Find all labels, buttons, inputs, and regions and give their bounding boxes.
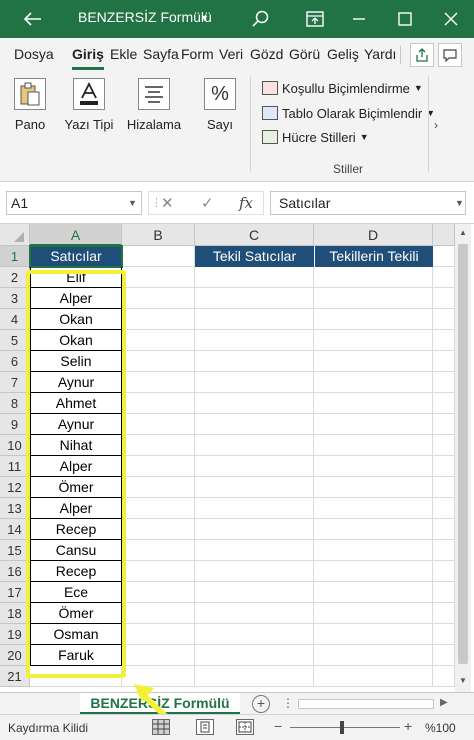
formula-bar: A1 ▼ ⋮ ✕ ✓ fx Satıcılar ▼ xyxy=(0,182,474,224)
zoom-out-icon[interactable]: − xyxy=(274,718,282,734)
title-bar: BENZERSİZ Formülü ▼ xyxy=(0,0,474,38)
sheet-tab-bar: BENZERSİZ Formülü + ⋮ ▶ xyxy=(0,692,474,715)
styles-group-label: Stiller xyxy=(333,162,364,176)
font-group[interactable]: Yazı Tipi xyxy=(64,78,114,133)
cell-c1-header[interactable]: Tekil Satıcılar xyxy=(195,246,314,267)
excel-window: BENZERSİZ Formülü ▼ Dosya Giriş Ekle Say… xyxy=(0,0,474,740)
share-icon[interactable] xyxy=(410,43,434,67)
name-box[interactable]: A1 xyxy=(6,191,142,215)
maximize-icon[interactable] xyxy=(394,8,416,30)
tab-developer[interactable]: Geliş xyxy=(327,46,359,62)
name-box-chevron-down-icon[interactable]: ▼ xyxy=(128,198,137,208)
page-layout-view-icon[interactable] xyxy=(196,719,214,735)
title-chevron-down-icon[interactable]: ▼ xyxy=(200,13,209,23)
number-group-label: Sayı xyxy=(206,117,233,132)
font-icon xyxy=(73,78,105,110)
clipboard-group-label: Pano xyxy=(14,117,46,132)
align-icon xyxy=(138,78,170,110)
search-icon[interactable] xyxy=(250,8,272,30)
normal-view-icon[interactable] xyxy=(152,719,170,735)
clipboard-icon xyxy=(14,78,46,110)
page-break-view-icon[interactable] xyxy=(236,719,254,735)
font-group-label: Yazı Tipi xyxy=(64,117,114,132)
tab-separator xyxy=(400,46,401,64)
tab-home[interactable]: Giriş xyxy=(72,46,104,62)
cell-d1-header[interactable]: Tekillerin Tekili xyxy=(314,246,433,267)
formula-buttons: ⋮ ✕ ✓ fx xyxy=(148,191,264,215)
back-arrow-icon[interactable] xyxy=(22,8,44,30)
format-as-table-label: Tablo Olarak Biçimlendir xyxy=(282,105,423,121)
conditional-formatting-icon xyxy=(262,81,278,95)
enter-check-icon[interactable]: ✓ xyxy=(201,194,214,212)
tab-file[interactable]: Dosya xyxy=(14,46,54,62)
gridline-vertical xyxy=(432,246,433,687)
scroll-down-icon[interactable]: ▼ xyxy=(459,676,467,685)
cell-styles-button[interactable]: Hücre Stilleri ▼ xyxy=(262,127,369,147)
conditional-formatting-button[interactable]: Koşullu Biçimlendirme ▼ xyxy=(262,78,423,98)
more-dots-icon: ⋮ xyxy=(282,696,294,710)
add-sheet-icon[interactable]: + xyxy=(252,695,270,713)
ribbon-separator xyxy=(250,76,251,172)
zoom-slider[interactable] xyxy=(290,727,400,728)
ribbon-scroll-right-icon[interactable]: › xyxy=(434,118,438,132)
cell-styles-label: Hücre Stilleri xyxy=(282,129,356,145)
insert-function-icon[interactable]: fx xyxy=(239,194,253,212)
tab-review[interactable]: Gözd xyxy=(250,46,283,62)
gridline-horizontal xyxy=(30,686,455,687)
gridline-vertical xyxy=(313,246,314,687)
zoom-slider-thumb[interactable] xyxy=(340,721,344,734)
document-title[interactable]: BENZERSİZ Formülü xyxy=(78,9,212,25)
chevron-down-icon: ▼ xyxy=(359,132,369,142)
scroll-right-icon[interactable]: ▶ xyxy=(440,697,448,708)
expand-formula-bar-chevron-down-icon[interactable]: ▼ xyxy=(455,198,464,208)
percent-icon: % xyxy=(204,78,236,110)
tab-insert[interactable]: Ekle xyxy=(110,46,137,62)
select-all-triangle-icon xyxy=(14,232,24,242)
format-as-table-button[interactable]: Tablo Olarak Biçimlendir ▼ xyxy=(262,103,435,123)
row-header-1[interactable]: 1 xyxy=(0,246,30,267)
tab-help[interactable]: Yardı xyxy=(364,46,396,62)
ribbon-tabs: Dosya Giriş Ekle Sayfa Form Veri Gözd Gö… xyxy=(0,38,474,70)
tab-data[interactable]: Veri xyxy=(219,46,243,62)
clipboard-group[interactable]: Pano xyxy=(10,78,50,133)
column-header-c[interactable]: C xyxy=(195,224,314,246)
alignment-group-label: Hizalama xyxy=(126,117,182,132)
scroll-lock-status: Kaydırma Kilidi xyxy=(8,721,89,735)
tab-page-layout[interactable]: Sayfa xyxy=(143,46,179,62)
cell-styles-icon xyxy=(262,130,278,144)
display-options-icon[interactable] xyxy=(304,8,326,30)
horizontal-scrollbar[interactable] xyxy=(298,699,434,709)
minimize-icon[interactable] xyxy=(348,8,370,30)
column-header-b[interactable]: B xyxy=(122,224,195,246)
zoom-in-icon[interactable]: + xyxy=(404,718,412,734)
tab-formulas[interactable]: Form xyxy=(181,46,214,62)
conditional-formatting-label: Koşullu Biçimlendirme xyxy=(282,80,410,96)
gridline-vertical xyxy=(194,246,195,687)
vertical-scrollbar[interactable]: ▲ ▼ xyxy=(455,224,471,692)
status-bar: Kaydırma Kilidi − + %100 xyxy=(0,714,474,740)
format-as-table-icon xyxy=(262,106,278,120)
scroll-thumb[interactable] xyxy=(458,244,468,664)
comments-icon[interactable] xyxy=(438,43,462,67)
highlight-box xyxy=(26,270,126,678)
ribbon-home: Pano Yazı Tipi Hizalama % Sayı Koşullu B… xyxy=(0,70,474,182)
column-header-d[interactable]: D xyxy=(314,224,433,246)
column-header-e[interactable] xyxy=(433,224,455,246)
tab-view[interactable]: Görü xyxy=(289,46,320,62)
chevron-down-icon: ▼ xyxy=(413,83,423,93)
ribbon-separator xyxy=(428,76,429,172)
column-header-a[interactable]: A xyxy=(30,224,122,246)
formula-input[interactable]: Satıcılar xyxy=(270,191,466,215)
zoom-level[interactable]: %100 xyxy=(425,721,456,735)
alignment-group[interactable]: Hizalama xyxy=(124,78,184,133)
close-icon[interactable] xyxy=(440,8,462,30)
number-group[interactable]: % Sayı xyxy=(200,78,240,133)
cell-a1-header[interactable]: Satıcılar xyxy=(29,245,123,268)
cancel-icon[interactable]: ✕ xyxy=(161,194,174,212)
scroll-up-icon[interactable]: ▲ xyxy=(459,228,467,237)
select-all-button[interactable] xyxy=(0,224,30,246)
